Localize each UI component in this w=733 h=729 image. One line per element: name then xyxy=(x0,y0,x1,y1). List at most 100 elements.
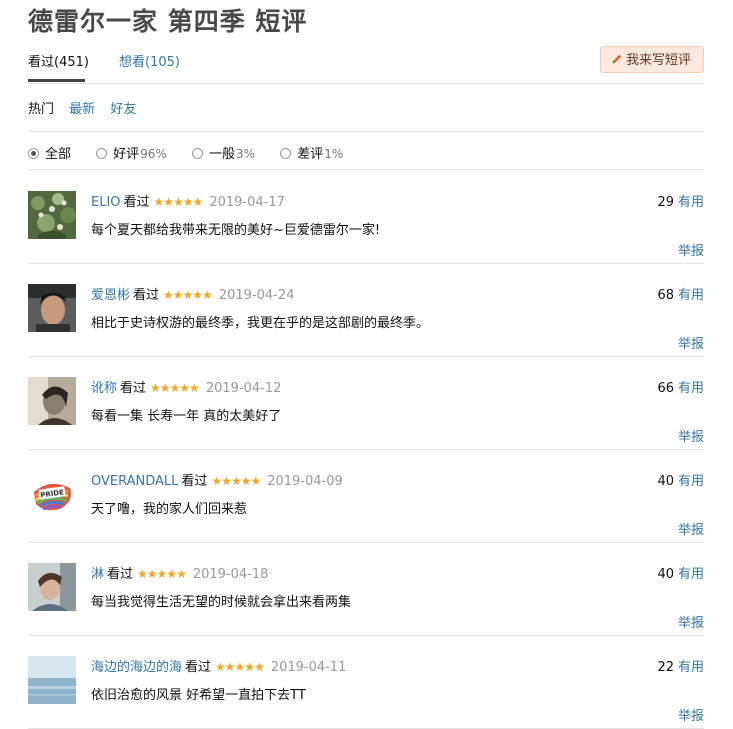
comment-item: 淋看过 ★★★★★ 2019-04-18 40 有用 每当我觉得生活无望的时候就会拿出… xyxy=(28,542,704,636)
vote-number: 68 xyxy=(657,288,674,303)
pencil-icon xyxy=(612,54,622,63)
report-link[interactable]: 举报 xyxy=(678,333,704,352)
watch-status: 看过 xyxy=(120,381,147,396)
sort-hot[interactable]: 热门 xyxy=(28,102,54,117)
vote-count: 68 有用 xyxy=(657,284,704,303)
radio-checked-icon[interactable] xyxy=(28,148,39,159)
comment-item: ELIO 看过 ★★★★★ 2019-04-17 29 有用 每个夏天都给我带来无限的美… xyxy=(28,170,704,264)
vote-number: 40 xyxy=(657,474,674,489)
useful-button[interactable]: 有用 xyxy=(678,660,704,675)
username-link[interactable]: ELIO xyxy=(91,195,121,210)
sort-friends[interactable]: 好友 xyxy=(110,102,136,117)
rating-stars: ★★★★★ xyxy=(215,660,265,674)
username-link[interactable]: 海边的海边的海 xyxy=(91,660,182,675)
vote-count: 29 有用 xyxy=(657,191,704,210)
report-link[interactable]: 举报 xyxy=(678,705,704,724)
comment-text: 每个夏天都给我带来无限的美好~巨爱德雷尔一家! xyxy=(91,223,381,238)
active-tab-indicator xyxy=(28,79,85,82)
comment-item: 海边的海边的海 看过 ★★★★★ 2019-04-11 22 有用 依旧治愈的风景 好希… xyxy=(28,635,704,729)
comment-item: 爱恩彬 看过 ★★★★★ 2019-04-24 68 有用 相比于史诗权游的最终季，我更… xyxy=(28,263,704,357)
avatar[interactable]: PRIDE xyxy=(28,470,76,518)
sort-bar: 热门 最新 好友 xyxy=(28,98,147,117)
comment-text: 天了噜，我的家人们回来惹 xyxy=(91,502,248,517)
useful-button[interactable]: 有用 xyxy=(678,474,704,489)
rating-stars: ★★★★★ xyxy=(153,195,204,209)
write-comment-label: 我来写短评 xyxy=(625,53,691,68)
watch-status: 看过 xyxy=(133,288,160,303)
radio-icon[interactable] xyxy=(280,148,292,159)
rating-stars: ★★★★★ xyxy=(211,474,261,488)
sort-latest[interactable]: 最新 xyxy=(69,102,95,117)
filter-label: 一般 xyxy=(208,147,235,162)
filter-average[interactable]: 一般3% xyxy=(191,143,256,162)
comment-meta: 淋看过 ★★★★★ 2019-04-18 xyxy=(91,563,268,582)
comment-text: 每当我觉得生活无望的时候就会拿出来看两集 xyxy=(91,595,352,610)
vote-number: 40 xyxy=(657,567,674,582)
comment-date: 2019-04-12 xyxy=(205,381,282,396)
report-link[interactable]: 举报 xyxy=(678,240,704,259)
vote-number: 29 xyxy=(657,195,674,210)
watch-status: 看过 xyxy=(107,567,134,582)
useful-button[interactable]: 有用 xyxy=(678,288,704,303)
watch-status: 看过 xyxy=(181,474,208,489)
write-comment-button[interactable]: 我来写短评 xyxy=(599,46,704,73)
report-link[interactable]: 举报 xyxy=(678,612,704,631)
vote-count: 22 有用 xyxy=(657,656,704,675)
username-link[interactable]: 爱恩彬 xyxy=(91,288,130,303)
comment-item: 讹称 看过 ★★★★★ 2019-04-12 66 有用 每看一集 长寿一年 真的太美好… xyxy=(28,356,704,450)
useful-button[interactable]: 有用 xyxy=(678,381,704,396)
filter-bad[interactable]: 差评1% xyxy=(280,143,343,162)
tab-want-to-watch[interactable]: 想看(105) xyxy=(119,51,180,70)
comment-meta: 海边的海边的海 看过 ★★★★★ 2019-04-11 xyxy=(91,656,346,675)
comment-text: 相比于史诗权游的最终季，我更在乎的是这部剧的最终季。 xyxy=(91,316,430,331)
avatar[interactable] xyxy=(28,656,76,704)
comment-date: 2019-04-17 xyxy=(209,195,285,210)
filter-good[interactable]: 好评96% xyxy=(96,143,167,162)
useful-button[interactable]: 有用 xyxy=(678,567,704,582)
radio-icon[interactable] xyxy=(191,148,203,159)
report-link[interactable]: 举报 xyxy=(678,519,704,538)
vote-count: 66 有用 xyxy=(657,377,704,396)
avatar[interactable] xyxy=(28,191,76,239)
filter-percent: 3% xyxy=(236,147,256,161)
vote-number: 22 xyxy=(657,660,674,675)
vote-count: 40 有用 xyxy=(657,470,704,489)
avatar[interactable] xyxy=(28,377,76,425)
filter-all[interactable]: 全部 xyxy=(28,143,71,162)
avatar[interactable] xyxy=(28,284,76,332)
divider xyxy=(28,131,704,132)
avatar[interactable] xyxy=(28,563,76,611)
comment-meta: OVERANDALL 看过 ★★★★★ 2019-04-09 xyxy=(91,470,343,489)
filter-percent: 96% xyxy=(140,147,167,161)
rating-stars: ★★★★★ xyxy=(137,567,187,581)
comment-date: 2019-04-09 xyxy=(267,474,343,489)
vote-count: 40 有用 xyxy=(657,563,704,582)
comment-text: 依旧治愈的风景 好希望一直拍下去TT xyxy=(91,688,306,703)
rating-filter: 全部 好评96% 一般3% 差评1% xyxy=(28,143,364,162)
comment-item: PRIDE OVERANDALL 看过 ★★★★★ 2019-04-09 40 有用 天… xyxy=(28,449,704,543)
useful-button[interactable]: 有用 xyxy=(678,195,704,210)
rating-stars: ★★★★★ xyxy=(150,381,200,395)
tab-watched[interactable]: 看过(451) xyxy=(28,51,89,70)
username-link[interactable]: 讹称 xyxy=(91,381,117,396)
vote-number: 66 xyxy=(657,381,674,396)
filter-percent: 1% xyxy=(324,147,344,161)
filter-label: 好评 xyxy=(113,147,140,162)
comment-text: 每看一集 长寿一年 真的太美好了 xyxy=(91,409,282,424)
filter-label: 全部 xyxy=(45,147,72,162)
page-title: 德雷尔一家 第四季 短评 xyxy=(28,7,308,36)
comment-meta: 讹称 看过 ★★★★★ 2019-04-12 xyxy=(91,377,281,396)
username-link[interactable]: OVERANDALL xyxy=(91,474,178,489)
watch-status: 看过 xyxy=(185,660,212,675)
watch-status: 看过 xyxy=(123,195,150,210)
radio-icon[interactable] xyxy=(96,148,108,159)
comment-date: 2019-04-24 xyxy=(218,288,295,303)
username-link[interactable]: 淋 xyxy=(91,567,104,582)
report-link[interactable]: 举报 xyxy=(678,426,704,445)
comment-date: 2019-04-18 xyxy=(192,567,269,582)
comment-meta: ELIO 看过 ★★★★★ 2019-04-17 xyxy=(91,191,285,210)
rating-stars: ★★★★★ xyxy=(163,288,213,302)
tab-bar: 看过(451) 想看(105) 我来写短评 xyxy=(28,46,704,84)
comment-meta: 爱恩彬 看过 ★★★★★ 2019-04-24 xyxy=(91,284,294,303)
comment-date: 2019-04-11 xyxy=(270,660,347,675)
